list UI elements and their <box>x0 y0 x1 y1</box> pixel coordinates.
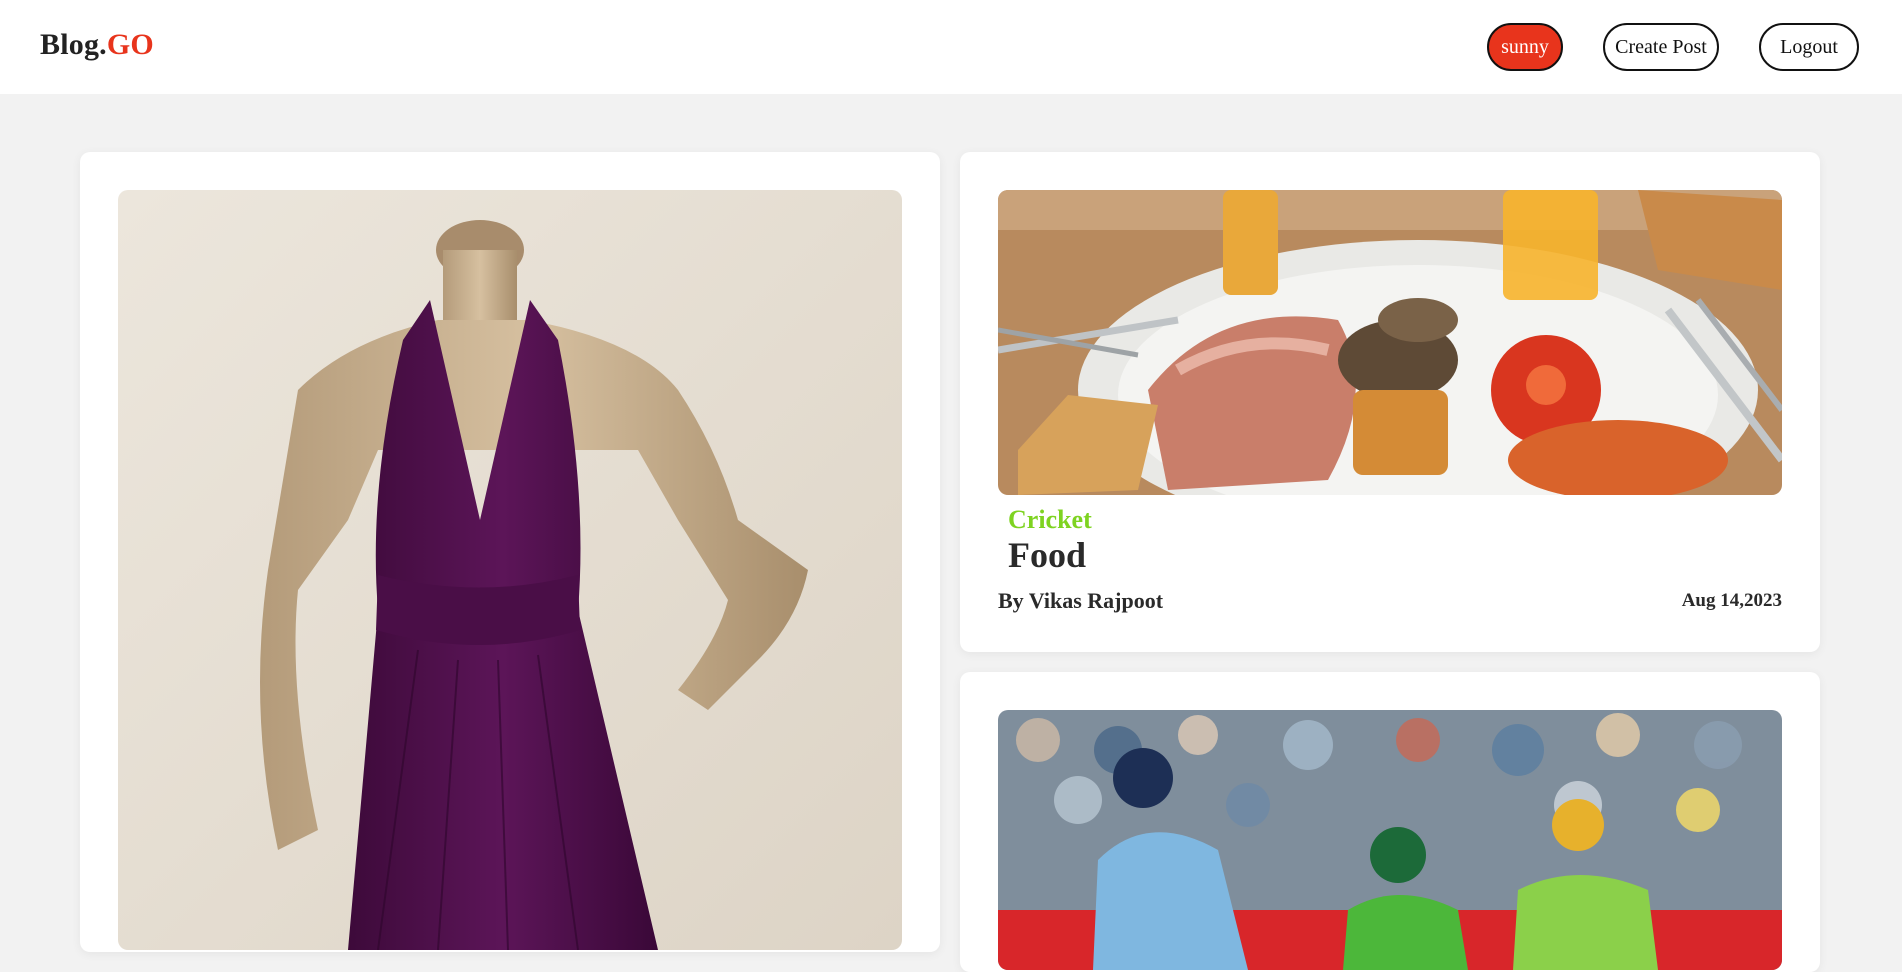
logout-button[interactable]: Logout <box>1759 23 1859 71</box>
post-date: Aug 14,2023 <box>1681 590 1782 611</box>
post-card[interactable] <box>960 672 1820 972</box>
create-post-button[interactable]: Create Post <box>1603 23 1719 71</box>
post-image-dress[interactable] <box>118 190 902 950</box>
post-image-cricket[interactable] <box>998 710 1782 970</box>
post-title[interactable]: Food <box>1008 534 1086 576</box>
post-card[interactable]: Cricket Food By Vikas Rajpoot Aug 14,202… <box>960 152 1820 652</box>
logo-accent: GO <box>106 28 154 61</box>
post-image-food[interactable] <box>998 190 1782 495</box>
logo-text: Blog. <box>40 28 107 61</box>
post-card-featured[interactable] <box>80 152 940 952</box>
navbar: Blog.GO sunny Create Post Logout <box>0 0 1902 94</box>
site-logo[interactable]: Blog.GO <box>40 28 154 62</box>
user-button[interactable]: sunny <box>1487 23 1563 71</box>
post-author: By Vikas Rajpoot <box>998 588 1164 613</box>
post-category[interactable]: Cricket <box>1008 505 1092 535</box>
